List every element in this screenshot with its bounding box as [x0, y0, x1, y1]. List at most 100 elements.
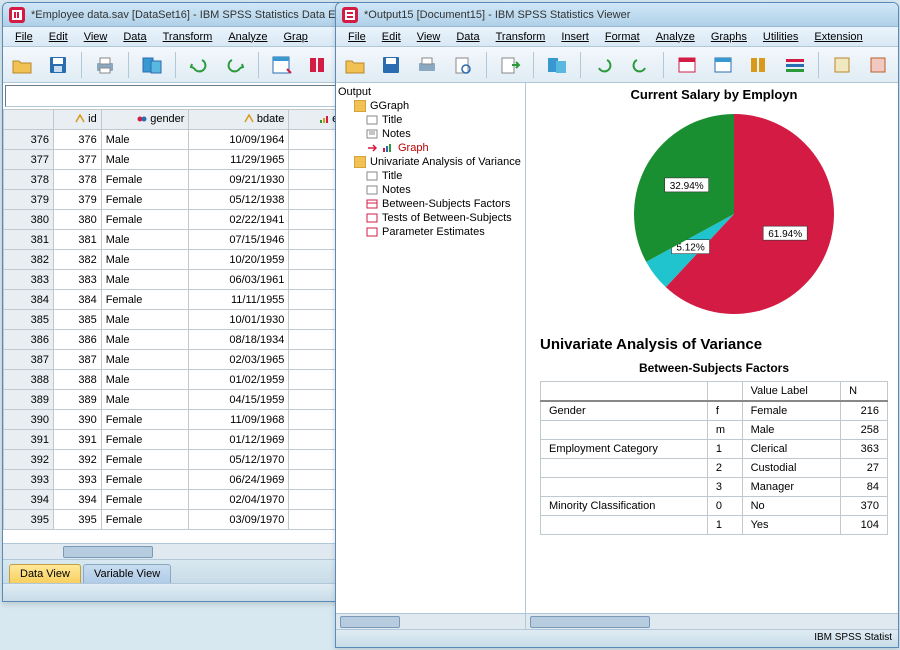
cell-id[interactable]: 383: [54, 270, 102, 290]
menu-analyze[interactable]: Analyze: [220, 29, 275, 45]
table-row[interactable]: 383 383 Male 06/03/1961 17: [4, 270, 361, 290]
menu-data[interactable]: Data: [448, 29, 487, 45]
cell-bdate[interactable]: 06/03/1961: [189, 270, 289, 290]
row-number[interactable]: 391: [4, 430, 54, 450]
horizontal-scrollbar[interactable]: [3, 543, 361, 559]
table-row[interactable]: 382 382 Male 10/20/1959 12: [4, 250, 361, 270]
titlebar[interactable]: *Employee data.sav [DataSet16] - IBM SPS…: [3, 3, 361, 27]
menu-view[interactable]: View: [409, 29, 449, 45]
recall-dialog-button[interactable]: [137, 50, 167, 80]
tree-ggraph-notes[interactable]: Notes: [338, 127, 523, 141]
cell-id[interactable]: 386: [54, 330, 102, 350]
column-header-gender[interactable]: gender: [101, 110, 189, 130]
row-number[interactable]: 382: [4, 250, 54, 270]
export-button[interactable]: [495, 50, 525, 80]
row-number[interactable]: 383: [4, 270, 54, 290]
table-row[interactable]: 388 388 Male 01/02/1959 14: [4, 370, 361, 390]
tree-ggraph-graph[interactable]: Graph: [338, 141, 523, 155]
cell-bdate[interactable]: 02/04/1970: [189, 490, 289, 510]
table-row[interactable]: 3 Manager 84: [541, 478, 888, 497]
table-row[interactable]: 376 376 Male 10/09/1964 15: [4, 130, 361, 150]
cell-bdate[interactable]: 06/24/1969: [189, 470, 289, 490]
table-row[interactable]: Minority Classification 0 No 370: [541, 497, 888, 516]
cell-id[interactable]: 385: [54, 310, 102, 330]
cell-bdate[interactable]: 02/03/1965: [189, 350, 289, 370]
cell-bdate[interactable]: 10/01/1930: [189, 310, 289, 330]
designate-window-button[interactable]: [863, 50, 893, 80]
row-number[interactable]: 379: [4, 190, 54, 210]
cell-gender[interactable]: Male: [101, 350, 189, 370]
cell-gender[interactable]: Female: [101, 210, 189, 230]
undo-button[interactable]: [184, 50, 214, 80]
menu-insert[interactable]: Insert: [553, 29, 597, 45]
goto-variable-button[interactable]: [303, 50, 333, 80]
row-number[interactable]: 387: [4, 350, 54, 370]
table-row[interactable]: 392 392 Female 05/12/1970 12: [4, 450, 361, 470]
cell-gender[interactable]: Female: [101, 450, 189, 470]
save-button[interactable]: [43, 50, 73, 80]
cell-gender[interactable]: Female: [101, 470, 189, 490]
select-cases-button[interactable]: [780, 50, 810, 80]
menu-file[interactable]: File: [7, 29, 41, 45]
cell-gender[interactable]: Male: [101, 390, 189, 410]
tree-ggraph[interactable]: GGraph: [338, 99, 523, 113]
output-pane[interactable]: Current Salary by Employn 61.94%5.12%32.…: [526, 83, 898, 629]
menu-graphs[interactable]: Grap: [275, 29, 315, 45]
tree-uav-tests[interactable]: Tests of Between-Subjects: [338, 211, 523, 225]
cell-id[interactable]: 378: [54, 170, 102, 190]
row-number[interactable]: 386: [4, 330, 54, 350]
cell-gender[interactable]: Male: [101, 230, 189, 250]
cell-id[interactable]: 387: [54, 350, 102, 370]
cell-gender[interactable]: Male: [101, 150, 189, 170]
cell-id[interactable]: 376: [54, 130, 102, 150]
open-file-button[interactable]: [340, 50, 370, 80]
cell-bdate[interactable]: 04/15/1959: [189, 390, 289, 410]
row-number[interactable]: 384: [4, 290, 54, 310]
scroll-thumb[interactable]: [63, 546, 153, 558]
cell-gender[interactable]: Male: [101, 130, 189, 150]
row-number[interactable]: 394: [4, 490, 54, 510]
between-subjects-factors-table[interactable]: Value Label N Gender f Female 216 m Male…: [540, 381, 888, 535]
cell-gender[interactable]: Female: [101, 290, 189, 310]
column-header-bdate[interactable]: bdate: [189, 110, 289, 130]
undo-button[interactable]: [589, 50, 619, 80]
column-header-id[interactable]: id: [54, 110, 102, 130]
output-hscroll[interactable]: [526, 613, 898, 629]
cell-bdate[interactable]: 11/09/1968: [189, 410, 289, 430]
cell-gender[interactable]: Female: [101, 430, 189, 450]
print-button[interactable]: [412, 50, 442, 80]
cell-bdate[interactable]: 01/02/1959: [189, 370, 289, 390]
titlebar[interactable]: *Output15 [Document15] - IBM SPSS Statis…: [336, 3, 898, 27]
table-row[interactable]: 378 378 Female 09/21/1930 8: [4, 170, 361, 190]
recall-dialog-button[interactable]: [542, 50, 572, 80]
tree-uav-notes[interactable]: Notes: [338, 183, 523, 197]
print-preview-button[interactable]: [448, 50, 478, 80]
table-row[interactable]: 384 384 Female 11/11/1955 12: [4, 290, 361, 310]
save-button[interactable]: [376, 50, 406, 80]
cell-id[interactable]: 391: [54, 430, 102, 450]
menu-utilities[interactable]: Utilities: [755, 29, 806, 45]
table-row[interactable]: 387 387 Male 02/03/1965 19: [4, 350, 361, 370]
row-number[interactable]: 378: [4, 170, 54, 190]
redo-button[interactable]: [625, 50, 655, 80]
menu-transform[interactable]: Transform: [155, 29, 221, 45]
row-number[interactable]: 381: [4, 230, 54, 250]
variables-button[interactable]: [744, 50, 774, 80]
table-row[interactable]: 1 Yes 104: [541, 516, 888, 535]
table-row[interactable]: 379 379 Female 05/12/1938 8: [4, 190, 361, 210]
cell-gender[interactable]: Female: [101, 190, 189, 210]
cell-bdate[interactable]: 01/12/1969: [189, 430, 289, 450]
open-file-button[interactable]: [7, 50, 37, 80]
goto-case-button[interactable]: [708, 50, 738, 80]
cell-gender[interactable]: Male: [101, 270, 189, 290]
pie-chart[interactable]: 61.94%5.12%32.94%: [540, 104, 888, 324]
tree-ggraph-title[interactable]: Title: [338, 113, 523, 127]
cell-bdate[interactable]: 11/11/1955: [189, 290, 289, 310]
cell-bdate[interactable]: 05/12/1970: [189, 450, 289, 470]
table-row[interactable]: m Male 258: [541, 421, 888, 440]
cell-bdate[interactable]: 03/09/1970: [189, 510, 289, 530]
menu-file[interactable]: File: [340, 29, 374, 45]
cell-gender[interactable]: Male: [101, 330, 189, 350]
cell-gender[interactable]: Female: [101, 170, 189, 190]
cell-edit-box[interactable]: [5, 85, 359, 107]
